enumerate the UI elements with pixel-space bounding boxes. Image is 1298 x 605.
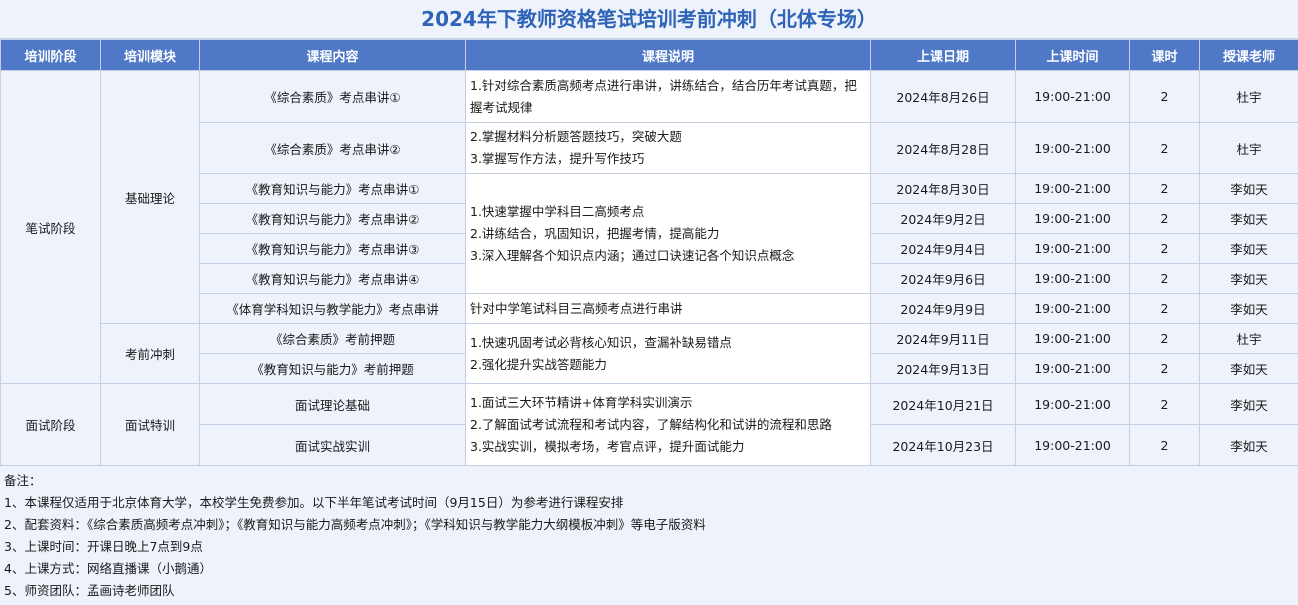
page-title: 2024年下教师资格笔试培训考前冲刺（北体专场） bbox=[0, 0, 1298, 39]
course-teacher: 李如天 bbox=[1199, 353, 1298, 384]
course-teacher: 李如天 bbox=[1199, 383, 1298, 425]
header-module: 培训模块 bbox=[100, 39, 200, 71]
course-time: 19:00-21:00 bbox=[1015, 203, 1130, 234]
course-description: 1.快速掌握中学科目二高频考点 2.讲练结合，巩固知识，把握考情，提高能力 3.… bbox=[465, 173, 871, 294]
table-row: 笔试阶段 基础理论 《综合素质》考点串讲① 1.针对综合素质高频考点进行串讲，讲… bbox=[0, 70, 1298, 384]
course-date: 2024年8月30日 bbox=[870, 173, 1016, 204]
header-description: 课程说明 bbox=[465, 39, 871, 71]
course-content: 《教育知识与能力》考点串讲② bbox=[199, 203, 466, 234]
course-date: 2024年8月26日 bbox=[870, 70, 1016, 123]
course-teacher: 李如天 bbox=[1199, 424, 1298, 466]
stage-cell-interview: 面试阶段 bbox=[0, 383, 101, 466]
course-hours: 2 bbox=[1129, 263, 1200, 294]
note-item: 3、上课时间：开课日晚上7点到9点 bbox=[4, 539, 203, 554]
course-teacher: 李如天 bbox=[1199, 173, 1298, 204]
course-hours: 2 bbox=[1129, 173, 1200, 204]
course-date: 2024年10月23日 bbox=[870, 424, 1016, 466]
course-time: 19:00-21:00 bbox=[1015, 173, 1130, 204]
course-description: 针对中学笔试科目三高频考点进行串讲 bbox=[465, 293, 871, 324]
header-stage: 培训阶段 bbox=[0, 39, 101, 71]
description-line: 1.快速巩固考试必背核心知识，查漏补缺易错点 bbox=[470, 334, 732, 350]
course-hours: 2 bbox=[1129, 70, 1200, 123]
header-row: 培训阶段 培训模块 课程内容 课程说明 上课日期 上课时间 课时 授课老师 bbox=[0, 39, 1298, 71]
table-row: 面试阶段 面试特训 面试理论基础 1.面试三大环节精讲+体育学科实训演示 2.了… bbox=[0, 383, 1298, 466]
course-date: 2024年9月9日 bbox=[870, 293, 1016, 324]
course-content: 面试实战实训 bbox=[199, 424, 466, 466]
note-item: 4、上课方式：网络直播课（小鹅通） bbox=[4, 561, 212, 576]
course-hours: 2 bbox=[1129, 323, 1200, 354]
course-time: 19:00-21:00 bbox=[1015, 383, 1130, 425]
course-content: 《教育知识与能力》考点串讲① bbox=[199, 173, 466, 204]
course-description: 1.面试三大环节精讲+体育学科实训演示 2.了解面试考试流程和考试内容，了解结构… bbox=[465, 383, 871, 466]
course-date: 2024年9月4日 bbox=[870, 233, 1016, 264]
module-cell-interview-training: 面试特训 bbox=[100, 383, 200, 466]
course-date: 2024年9月2日 bbox=[870, 203, 1016, 234]
course-date: 2024年10月21日 bbox=[870, 383, 1016, 425]
course-date: 2024年9月11日 bbox=[870, 323, 1016, 354]
course-time: 19:00-21:00 bbox=[1015, 233, 1130, 264]
course-teacher: 杜宇 bbox=[1199, 122, 1298, 174]
description-line: 2.讲练结合，巩固知识，把握考情，提高能力 bbox=[470, 225, 720, 241]
course-description: 2.掌握材料分析题答题技巧，突破大题 3.掌握写作方法，提升写作技巧 bbox=[465, 122, 871, 174]
course-content: 《综合素质》考前押题 bbox=[199, 323, 466, 354]
stage-cell-written: 笔试阶段 bbox=[0, 70, 101, 384]
course-hours: 2 bbox=[1129, 383, 1200, 425]
header-time: 上课时间 bbox=[1015, 39, 1130, 71]
course-time: 19:00-21:00 bbox=[1015, 424, 1130, 466]
course-time: 19:00-21:00 bbox=[1015, 263, 1130, 294]
notes-heading: 备注： bbox=[4, 473, 42, 488]
course-hours: 2 bbox=[1129, 293, 1200, 324]
course-date: 2024年9月13日 bbox=[870, 353, 1016, 384]
note-item: 5、师资团队：孟画诗老师团队 bbox=[4, 583, 175, 598]
course-content: 《教育知识与能力》考点串讲④ bbox=[199, 263, 466, 294]
note-item: 1、本课程仅适用于北京体育大学，本校学生免费参加。以下半年笔试考试时间（9月15… bbox=[4, 495, 624, 510]
course-hours: 2 bbox=[1129, 203, 1200, 234]
description-line: 2.强化提升实战答题能力 bbox=[470, 356, 607, 372]
course-date: 2024年8月28日 bbox=[870, 122, 1016, 174]
course-teacher: 李如天 bbox=[1199, 293, 1298, 324]
course-time: 19:00-21:00 bbox=[1015, 353, 1130, 384]
description-line: 3.掌握写作方法，提升写作技巧 bbox=[470, 151, 645, 166]
notes-section: 备注： 1、本课程仅适用于北京体育大学，本校学生免费参加。以下半年笔试考试时间（… bbox=[0, 465, 1298, 605]
course-hours: 2 bbox=[1129, 233, 1200, 264]
course-hours: 2 bbox=[1129, 353, 1200, 384]
course-description: 1.针对综合素质高频考点进行串讲，讲练结合，结合历年考试真题，把握考试规律 bbox=[465, 70, 871, 123]
schedule-table: 培训阶段 培训模块 课程内容 课程说明 上课日期 上课时间 课时 授课老师 笔试… bbox=[0, 39, 1298, 466]
course-description: 1.快速巩固考试必背核心知识，查漏补缺易错点 2.强化提升实战答题能力 bbox=[465, 323, 871, 384]
course-date: 2024年9月6日 bbox=[870, 263, 1016, 294]
course-time: 19:00-21:00 bbox=[1015, 293, 1130, 324]
module-cell-sprint: 考前冲刺 bbox=[100, 323, 200, 384]
course-teacher: 李如天 bbox=[1199, 263, 1298, 294]
description-line: 2.了解面试考试流程和考试内容，了解结构化和试讲的流程和思路 bbox=[470, 416, 832, 432]
description-line: 1.快速掌握中学科目二高频考点 bbox=[470, 203, 645, 219]
course-time: 19:00-21:00 bbox=[1015, 122, 1130, 174]
course-hours: 2 bbox=[1129, 122, 1200, 174]
course-content: 《综合素质》考点串讲② bbox=[199, 122, 466, 174]
note-item: 2、配套资料：《综合素质高频考点冲刺》；《教育知识与能力高频考点冲刺》；《学科知… bbox=[4, 517, 706, 532]
course-content: 《综合素质》考点串讲① bbox=[199, 70, 466, 123]
schedule-page: 2024年下教师资格笔试培训考前冲刺（北体专场） 培训阶段 培训模块 课程内容 … bbox=[0, 0, 1298, 605]
course-teacher: 李如天 bbox=[1199, 233, 1298, 264]
course-content: 《教育知识与能力》考前押题 bbox=[199, 353, 466, 384]
module-cell-basic: 基础理论 bbox=[100, 70, 200, 324]
course-teacher: 杜宇 bbox=[1199, 323, 1298, 354]
header-date: 上课日期 bbox=[870, 39, 1016, 71]
description-line: 3.深入理解各个知识点内涵；通过口诀速记各个知识点概念 bbox=[470, 247, 795, 263]
course-content: 《教育知识与能力》考点串讲③ bbox=[199, 233, 466, 264]
course-content: 《体育学科知识与教学能力》考点串讲 bbox=[199, 293, 466, 324]
description-line: 1.面试三大环节精讲+体育学科实训演示 bbox=[470, 394, 693, 410]
description-line: 2.掌握材料分析题答题技巧，突破大题 bbox=[470, 129, 682, 144]
course-teacher: 杜宇 bbox=[1199, 70, 1298, 123]
course-time: 19:00-21:00 bbox=[1015, 323, 1130, 354]
course-hours: 2 bbox=[1129, 424, 1200, 466]
description-line: 3.实战实训，模拟考场，考官点评，提升面试能力 bbox=[470, 438, 745, 454]
header-hours: 课时 bbox=[1129, 39, 1200, 71]
header-content: 课程内容 bbox=[199, 39, 466, 71]
header-teacher: 授课老师 bbox=[1199, 39, 1298, 71]
course-teacher: 李如天 bbox=[1199, 203, 1298, 234]
course-content: 面试理论基础 bbox=[199, 383, 466, 425]
table-row: 考前冲刺 《综合素质》考前押题 1.快速巩固考试必背核心知识，查漏补缺易错点 2… bbox=[1, 323, 1298, 384]
course-time: 19:00-21:00 bbox=[1015, 70, 1130, 123]
